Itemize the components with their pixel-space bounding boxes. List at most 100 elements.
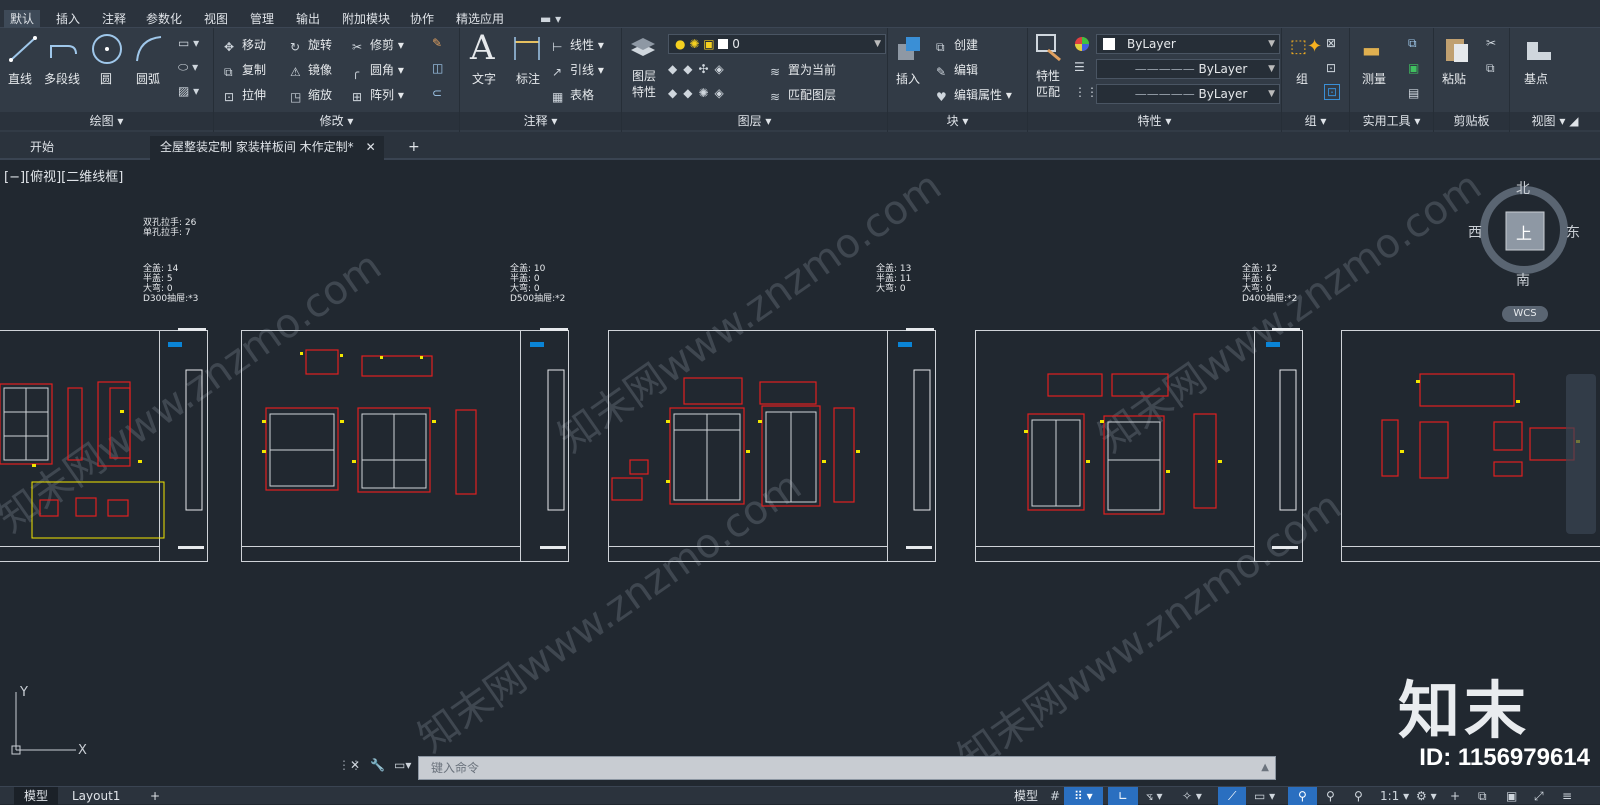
group-edit-icon[interactable]: ⊡ <box>1326 61 1336 75</box>
menu-icon[interactable]: ≡ <box>1552 787 1582 805</box>
select-all-icon[interactable]: ▣ <box>1408 61 1419 75</box>
move-button[interactable]: ✥ 移动 <box>224 36 266 54</box>
array-button[interactable]: ⊞ 阵列 ▾ <box>352 86 404 104</box>
trim-button[interactable]: ✂ 修剪 ▾ <box>352 36 404 54</box>
tab-manage[interactable]: 管理 <box>244 10 280 28</box>
edit-attributes-button[interactable]: ♥ 编辑属性 ▾ <box>936 86 1012 104</box>
wcs-menu[interactable]: WCS <box>1502 306 1548 322</box>
ellipse-icon[interactable]: ⬭ ▾ <box>178 60 198 75</box>
color-dropdown[interactable]: ByLayer ▼ <box>1096 34 1280 54</box>
table-button[interactable]: ▦ 表格 <box>552 86 594 104</box>
autoscale-icon[interactable]: ⚲ <box>1316 787 1345 805</box>
modify-panel-title[interactable]: 修改 ▾ <box>214 112 459 130</box>
rectangle-icon[interactable]: ▭ ▾ <box>178 36 199 50</box>
match-layer-button[interactable]: ≋ 匹配图层 <box>770 86 836 104</box>
fillet-button[interactable]: ╭ 圆角 ▾ <box>352 61 404 79</box>
new-tab-icon[interactable]: + <box>398 136 430 160</box>
hardware-accel-icon[interactable]: ▣ <box>1496 787 1527 805</box>
explode-icon[interactable]: ◫ <box>432 61 443 75</box>
set-current-button[interactable]: ≋ 置为当前 <box>770 61 836 79</box>
tab-annotate[interactable]: 注释 <box>96 10 132 28</box>
snap-icon[interactable]: ⠿ ▾ <box>1064 787 1103 805</box>
tab-view[interactable]: 视图 <box>198 10 234 28</box>
circle-button[interactable]: 圆 <box>100 70 112 87</box>
close-cmd-icon[interactable]: ✕ <box>350 758 360 772</box>
group-select-icon[interactable]: ⊡ <box>1324 84 1341 100</box>
clean-screen-icon[interactable]: ⤢ <box>1524 787 1554 805</box>
calculator-icon[interactable]: ▤ <box>1408 86 1419 100</box>
annotation-scale-icon[interactable]: ⚲ <box>1344 787 1373 805</box>
linear-button[interactable]: ⊢ 线性 ▾ <box>552 36 604 54</box>
transparency-icon[interactable]: ▭ ▾ <box>1244 787 1285 805</box>
cut-icon[interactable]: ✂ <box>1486 36 1496 50</box>
clipboard-panel-title[interactable]: 剪贴板 <box>1434 112 1509 130</box>
create-block-button[interactable]: ⧉ 创建 <box>936 36 978 54</box>
polar-icon[interactable]: ⦪ ▾ <box>1136 787 1173 805</box>
tab-start[interactable]: 开始 <box>20 136 64 160</box>
ungroup-icon[interactable]: ⊠ <box>1326 36 1336 50</box>
dimension-button[interactable]: 标注 <box>516 70 540 87</box>
leader-button[interactable]: ↗ 引线 ▾ <box>552 61 604 79</box>
layer-dropdown[interactable]: ● ✺ ▣ 0 ▼ <box>668 34 886 54</box>
line-button[interactable]: 直线 <box>8 70 32 87</box>
camera-dropdown-icon[interactable]: ▬ ▾ <box>534 10 567 28</box>
text-button[interactable]: 文字 <box>472 70 496 87</box>
viewcube[interactable]: 北 南 东 西 上 <box>1468 178 1580 289</box>
add-layout-icon[interactable]: + <box>140 787 170 805</box>
draw-panel-title[interactable]: 绘图 ▾ <box>0 112 213 130</box>
cmd-history-icon[interactable]: ▭▾ <box>394 758 411 772</box>
annotation-visibility-icon[interactable]: ⚲ <box>1288 787 1317 805</box>
close-icon[interactable]: ✕ <box>366 136 376 158</box>
utility-panel-title[interactable]: 实用工具 ▾ <box>1350 112 1433 130</box>
block-panel-title[interactable]: 块 ▾ <box>888 112 1027 130</box>
ortho-icon[interactable]: ∟ <box>1108 787 1139 805</box>
compass-east[interactable]: 东 <box>1566 222 1580 242</box>
compass-south[interactable]: 南 <box>1516 270 1530 290</box>
mirror-button[interactable]: ⚠ 镜像 <box>290 61 332 79</box>
offset-icon[interactable]: ⊂ <box>432 86 442 100</box>
view-panel-title[interactable]: 视图 ▾ ◢ <box>1510 112 1600 130</box>
tab-insert[interactable]: 插入 <box>50 10 86 28</box>
command-input[interactable]: 键入命令 ▲ <box>418 756 1276 780</box>
linetype-dropdown[interactable]: ————— ByLayer ▼ <box>1096 84 1280 104</box>
edit-block-button[interactable]: ✎ 编辑 <box>936 61 978 79</box>
rotate-button[interactable]: ↻ 旋转 <box>290 36 332 54</box>
paste-button[interactable]: 粘贴 <box>1442 70 1466 87</box>
group-button[interactable]: 组 <box>1296 70 1308 87</box>
insert-button[interactable]: 插入 <box>896 70 920 87</box>
match-properties-button[interactable]: 特性 匹配 <box>1036 68 1060 100</box>
compass-north[interactable]: 北 <box>1516 178 1530 198</box>
tab-default[interactable]: 默认 <box>4 10 41 28</box>
layer-properties-button[interactable]: 图层 特性 <box>632 68 656 100</box>
layers-panel-title[interactable]: 图层 ▾ <box>622 112 887 130</box>
tab-drawing[interactable]: 全屋整装定制 家装样板间 木作定制* ✕ <box>150 136 384 160</box>
compass-west[interactable]: 西 <box>1468 222 1482 242</box>
copy-clip-icon[interactable]: ⧉ <box>1486 61 1495 76</box>
hatch-icon[interactable]: ▨ ▾ <box>178 84 199 98</box>
polyline-button[interactable]: 多段线 <box>44 70 80 87</box>
tab-featured[interactable]: 精选应用 <box>450 10 510 28</box>
tab-layout1[interactable]: Layout1 <box>62 787 130 805</box>
lineweight-toggle-icon[interactable]: ⟋ <box>1218 787 1247 805</box>
arc-button[interactable]: 圆弧 <box>136 70 160 87</box>
stretch-button[interactable]: ⊡ 拉伸 <box>224 86 266 104</box>
tab-model[interactable]: 模型 <box>14 787 59 805</box>
layer-tools-row1-icons[interactable]: ◆◆✣◈ <box>668 62 730 76</box>
group-panel-title[interactable]: 组 ▾ <box>1282 112 1349 130</box>
navigation-bar[interactable] <box>1566 374 1596 534</box>
customize-icon[interactable]: 🔧 <box>370 758 385 772</box>
tab-collaborate[interactable]: 协作 <box>404 10 440 28</box>
viewcube-top-face[interactable]: 上 <box>1516 220 1532 244</box>
tab-parametric[interactable]: 参数化 <box>140 10 188 28</box>
tab-addons[interactable]: 附加模块 <box>336 10 396 28</box>
tab-output[interactable]: 输出 <box>290 10 326 28</box>
copy-button[interactable]: ⧉ 复制 <box>224 61 266 79</box>
plus-icon[interactable]: + <box>1440 787 1470 805</box>
scale-button[interactable]: ◳ 缩放 <box>290 86 332 104</box>
isolate-icon[interactable]: ⧉ <box>1468 787 1497 805</box>
base-point-button[interactable]: 基点 <box>1524 70 1548 87</box>
drawing-canvas[interactable]: [−][俯视][二维线框] 知末网www.znzmo.com 知末网www.zn… <box>0 160 1600 772</box>
osnap-icon[interactable]: ✧ ▾ <box>1172 787 1212 805</box>
properties-panel-title[interactable]: 特性 ▾ <box>1028 112 1281 130</box>
layer-tools-row2-icons[interactable]: ◆◆✺◈ <box>668 86 730 100</box>
